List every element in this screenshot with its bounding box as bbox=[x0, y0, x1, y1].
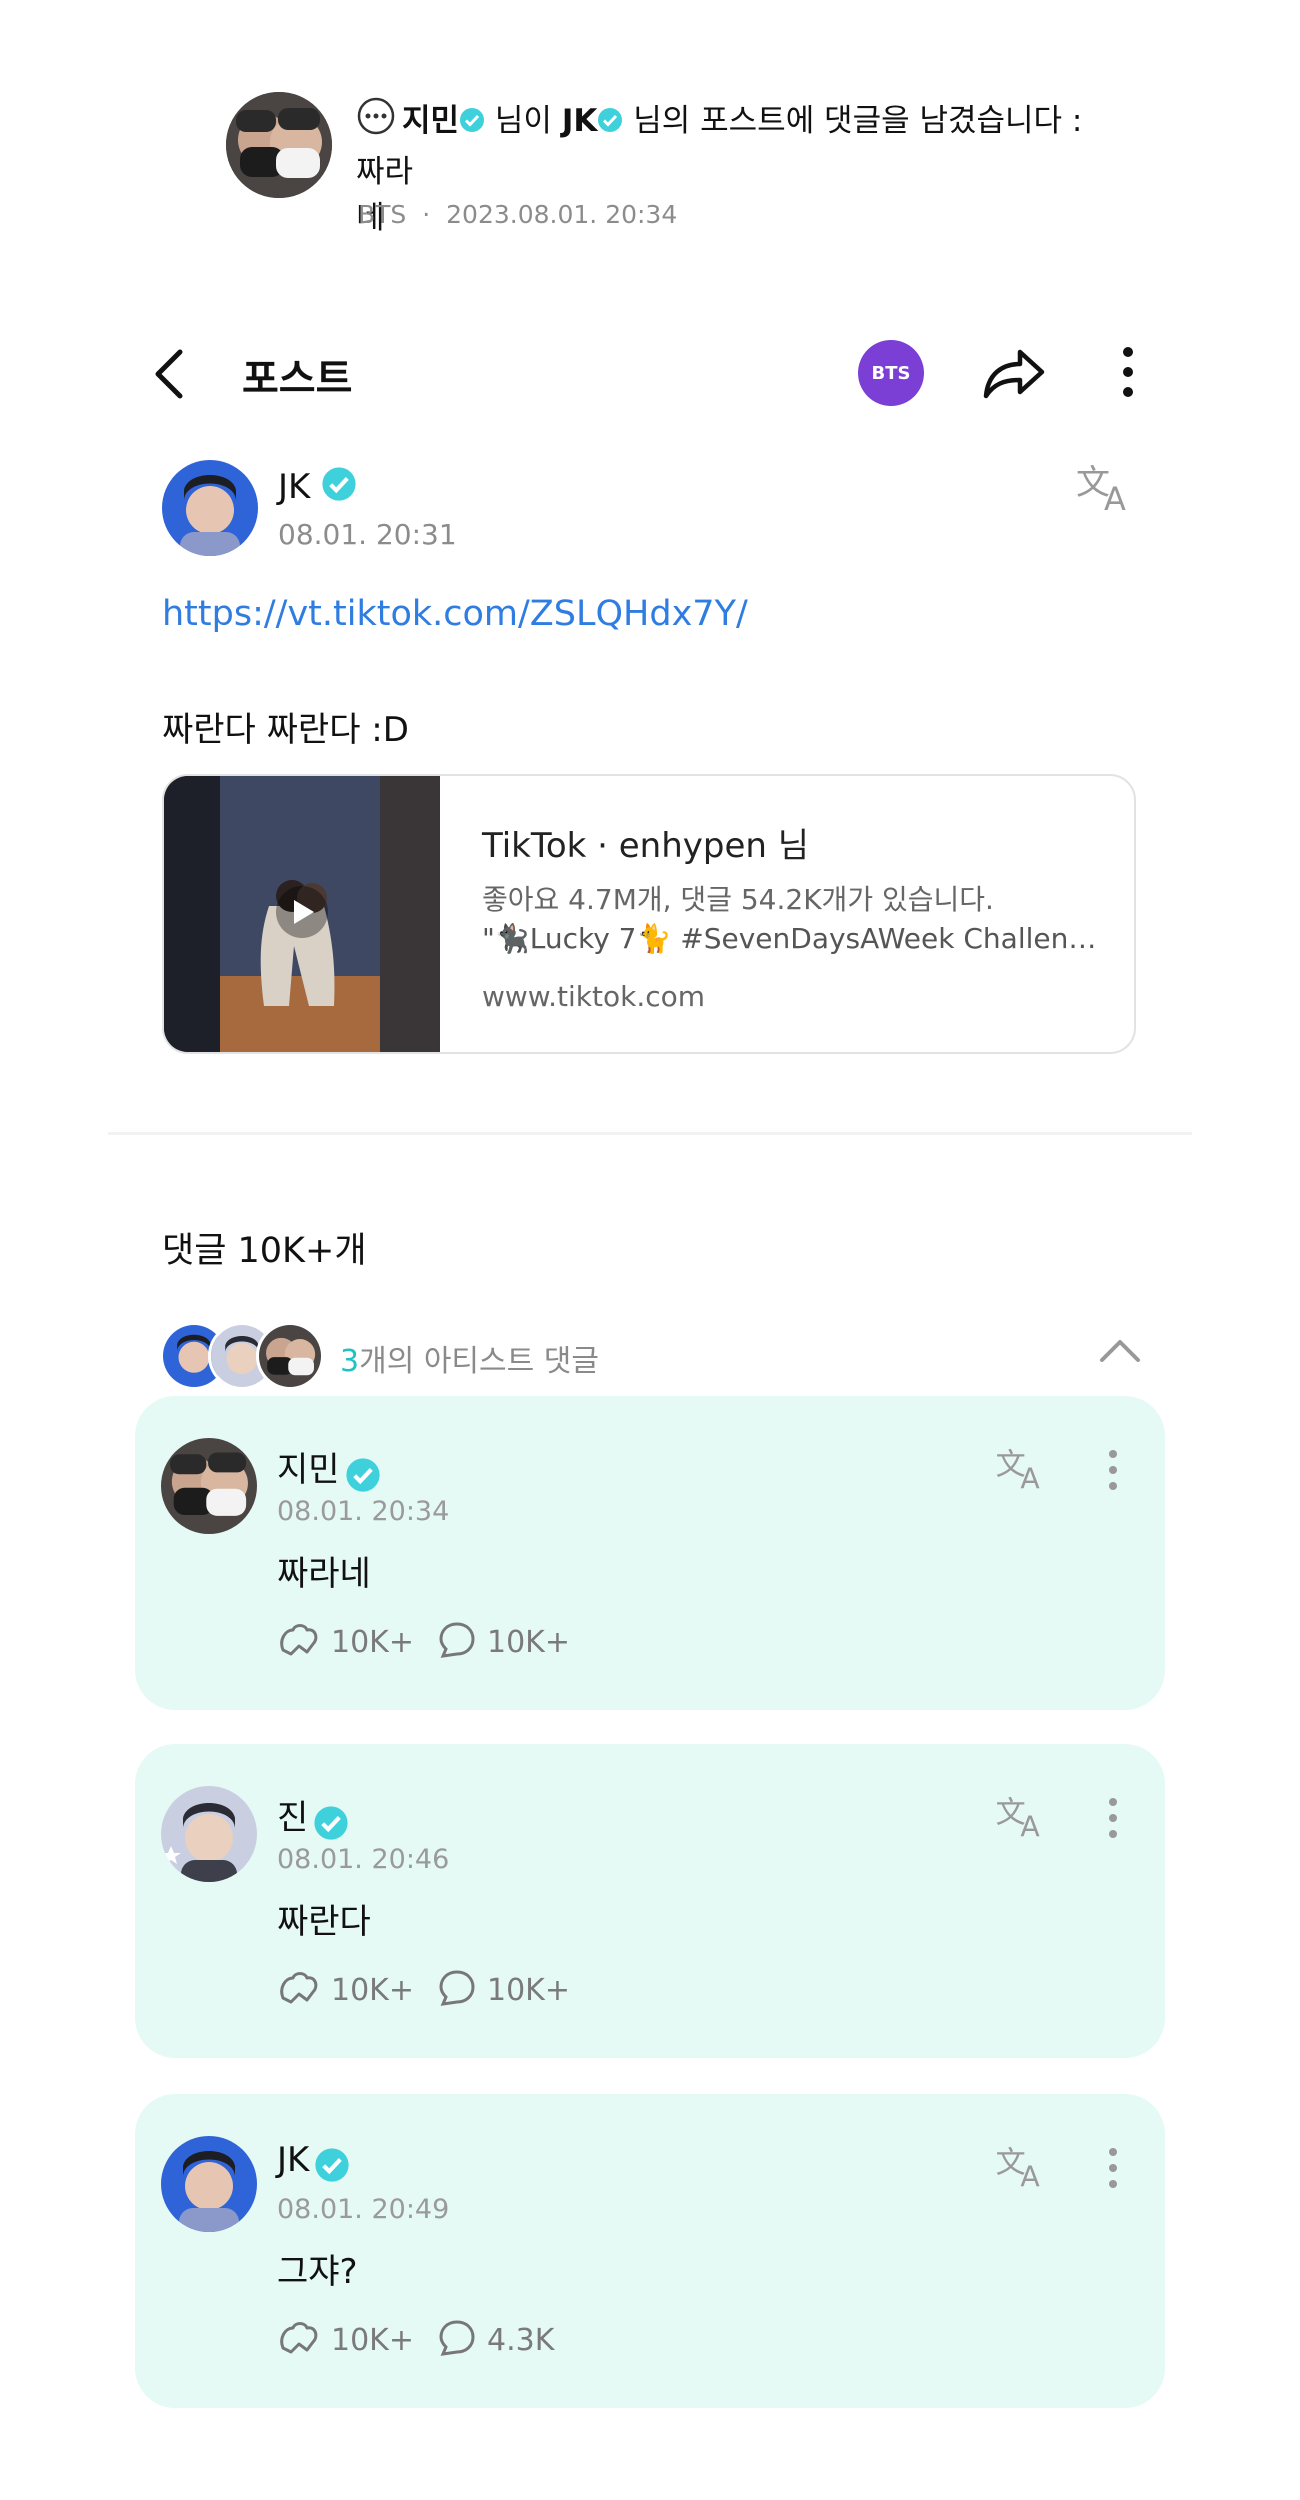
like-count: 10K+ bbox=[331, 2322, 414, 2358]
svg-text:A: A bbox=[1020, 1810, 1040, 1840]
share-icon[interactable] bbox=[980, 344, 1046, 406]
like-count: 10K+ bbox=[331, 1972, 414, 2008]
preview-description: "🐈‍⬛Lucky 7🐈 #SevenDaysAWeek Challen… bbox=[482, 922, 1097, 955]
chevron-up-icon[interactable] bbox=[1096, 1336, 1144, 1370]
more-vertical-icon[interactable] bbox=[1116, 344, 1140, 404]
reply-count: 4.3K bbox=[487, 2322, 555, 2358]
commenter-name[interactable]: 지민 bbox=[277, 1450, 340, 1490]
verified-icon bbox=[597, 100, 623, 146]
commenter-name[interactable]: JK bbox=[277, 2140, 309, 2180]
artist-comment-count: 3 bbox=[340, 1344, 360, 1379]
comment-body: 그쟈? bbox=[277, 2252, 358, 2292]
translate-icon[interactable]: 文A bbox=[1076, 462, 1138, 518]
more-vertical-icon[interactable] bbox=[1105, 1448, 1121, 1496]
comment-time: 08.01. 20:46 bbox=[277, 1844, 450, 1875]
like-button[interactable]: 10K+ bbox=[277, 1968, 414, 2012]
verified-icon bbox=[321, 466, 357, 511]
comment-body: 짜라네 bbox=[277, 1554, 371, 1594]
artist-avatar bbox=[256, 1322, 324, 1390]
reply-icon bbox=[437, 2318, 477, 2362]
translate-icon[interactable]: 文A bbox=[995, 1446, 1051, 1496]
reply-button[interactable]: 4.3K bbox=[437, 2318, 554, 2362]
commenter-avatar[interactable] bbox=[161, 1786, 257, 1882]
reply-count: 10K+ bbox=[487, 1972, 570, 2008]
preview-title: TikTok · enhypen 님 bbox=[482, 826, 810, 866]
author-name[interactable]: JK bbox=[278, 467, 310, 507]
comment-bubble-icon bbox=[356, 96, 396, 149]
like-button[interactable]: 10K+ bbox=[277, 1620, 414, 1664]
reply-icon bbox=[437, 1968, 477, 2012]
post-time: 08.01. 20:31 bbox=[278, 518, 457, 551]
reply-icon bbox=[437, 1620, 477, 1664]
svg-text:A: A bbox=[1020, 2160, 1040, 2190]
preview-stats: 좋아요 4.7M개, 댓글 54.2K개가 있습니다. bbox=[482, 883, 994, 916]
back-arrow-icon[interactable] bbox=[148, 346, 194, 406]
separator-dot: · bbox=[422, 200, 431, 229]
bts-badge-label: BTS bbox=[871, 362, 911, 384]
like-icon bbox=[277, 2318, 321, 2362]
like-icon bbox=[277, 1968, 321, 2012]
author-avatar[interactable] bbox=[162, 460, 258, 556]
bts-badge[interactable]: BTS bbox=[858, 340, 924, 406]
notification-avatar bbox=[226, 92, 332, 198]
verified-icon bbox=[313, 1805, 349, 1845]
comment-time: 08.01. 20:49 bbox=[277, 2194, 450, 2225]
comment-body: 짜란다 bbox=[277, 1902, 371, 1942]
like-icon bbox=[277, 1620, 321, 1664]
svg-text:A: A bbox=[1020, 1462, 1040, 1492]
comment-card: 진 08.01. 20:46 짜란다 10K+ 10K+ 文A bbox=[135, 1744, 1165, 2058]
notification-actor: 지민 bbox=[402, 103, 460, 139]
like-button[interactable]: 10K+ bbox=[277, 2318, 414, 2362]
commenter-avatar[interactable] bbox=[161, 1438, 257, 1534]
translate-icon[interactable]: 文A bbox=[995, 1794, 1051, 1844]
artist-comment-label: 개의 아티스트 댓글 bbox=[359, 1344, 599, 1379]
comments-count: 댓글 10K+개 bbox=[162, 1231, 367, 1271]
more-vertical-icon[interactable] bbox=[1105, 1796, 1121, 1844]
video-thumbnail[interactable] bbox=[164, 776, 440, 1052]
section-divider bbox=[108, 1132, 1192, 1135]
comment-time: 08.01. 20:34 bbox=[277, 1496, 450, 1527]
reply-button[interactable]: 10K+ bbox=[437, 1620, 570, 1664]
verified-icon bbox=[314, 2147, 350, 2187]
comment-card: JK 08.01. 20:49 그쟈? 10K+ 4.3K 文A bbox=[135, 2094, 1165, 2408]
svg-text:A: A bbox=[1104, 480, 1126, 514]
page-title: 포스트 bbox=[242, 356, 353, 402]
comment-card: 지민 08.01. 20:34 짜라네 10K+ 10K+ 文A bbox=[135, 1396, 1165, 1710]
preview-domain: www.tiktok.com bbox=[482, 980, 706, 1013]
verified-icon bbox=[345, 1457, 381, 1497]
verified-icon bbox=[459, 100, 485, 146]
post-link[interactable]: https://vt.tiktok.com/ZSLQHdx7Y/ bbox=[162, 594, 748, 634]
post-body: 짜란다 짜란다 :D bbox=[162, 710, 409, 750]
link-preview-card[interactable]: TikTok · enhypen 님 좋아요 4.7M개, 댓글 54.2K개가… bbox=[162, 774, 1136, 1054]
commenter-name[interactable]: 진 bbox=[277, 1798, 308, 1838]
reply-count: 10K+ bbox=[487, 1624, 570, 1660]
notification-timestamp: 2023.08.01. 20:34 bbox=[446, 200, 678, 229]
notification-group: BTS bbox=[358, 200, 407, 229]
more-vertical-icon[interactable] bbox=[1105, 2146, 1121, 2194]
translate-icon[interactable]: 文A bbox=[995, 2144, 1051, 2194]
like-count: 10K+ bbox=[331, 1624, 414, 1660]
commenter-avatar[interactable] bbox=[161, 2136, 257, 2232]
reply-button[interactable]: 10K+ bbox=[437, 1968, 570, 2012]
notification-text-mid: 님이 bbox=[494, 103, 552, 139]
notification-target: JK bbox=[561, 103, 598, 139]
